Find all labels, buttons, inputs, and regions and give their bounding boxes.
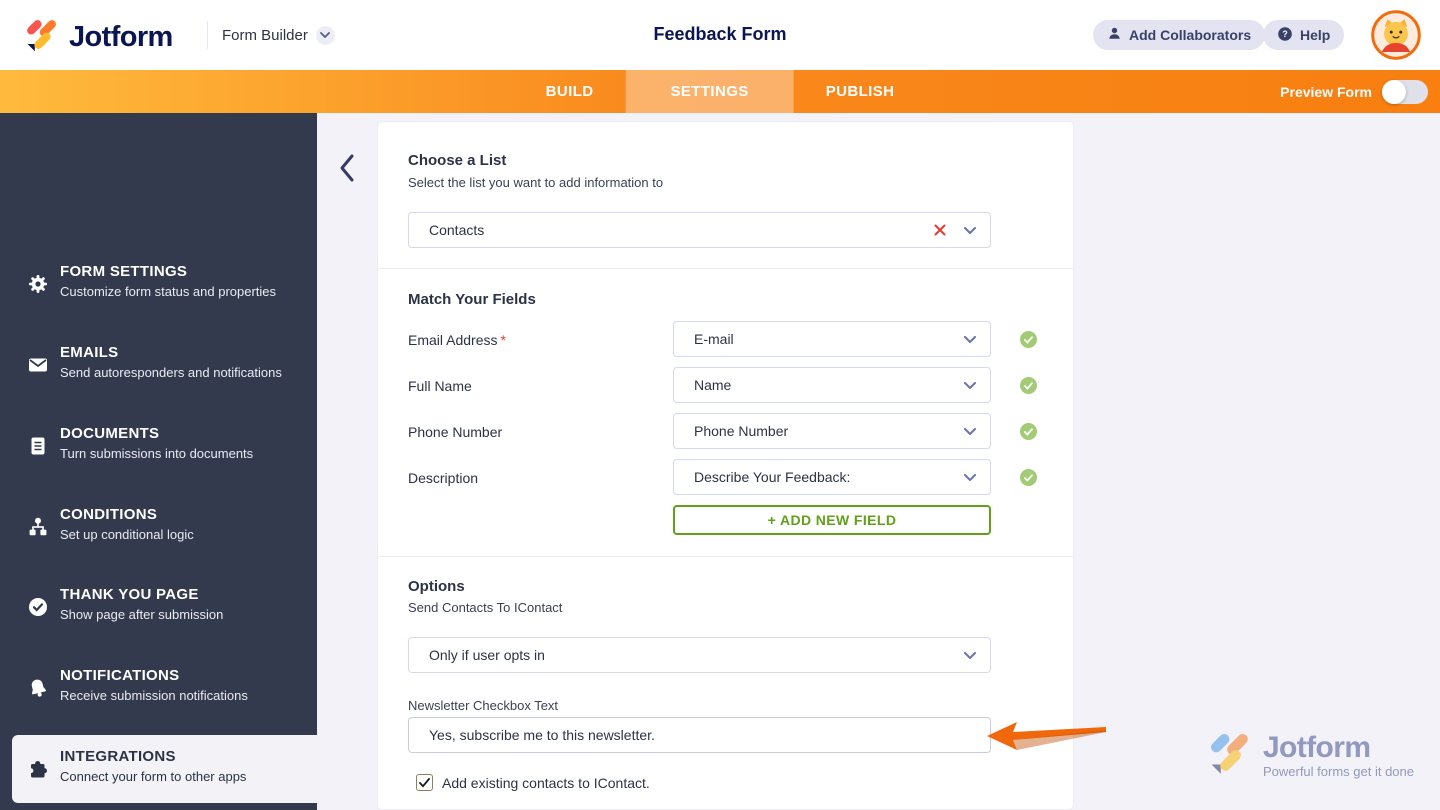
- checkbox-checked-icon[interactable]: [416, 774, 433, 791]
- match-fields-title: Match Your Fields: [408, 291, 536, 308]
- sidebar-item-subtitle: Connect your form to other apps: [60, 769, 247, 784]
- clear-selection-icon[interactable]: [934, 223, 948, 237]
- sidebar-item-title: EMAILS: [60, 344, 119, 361]
- field-label-description: Description: [408, 470, 479, 486]
- chevron-down-icon: [964, 221, 976, 239]
- jotform-watermark-icon: [1207, 730, 1253, 781]
- add-collaborators-button[interactable]: Add Collaborators: [1093, 20, 1266, 50]
- match-select-full-name[interactable]: Name: [673, 367, 991, 403]
- sidebar-item-title: FORM SETTINGS: [60, 263, 188, 280]
- tab-build[interactable]: BUILD: [514, 70, 626, 113]
- match-select-description[interactable]: Describe Your Feedback:: [673, 459, 991, 495]
- sidebar-item-subtitle: Customize form status and properties: [60, 284, 277, 299]
- bell-icon: [28, 678, 48, 698]
- person-icon: [1107, 26, 1122, 44]
- help-icon: ?: [1277, 26, 1293, 45]
- list-select-value: Contacts: [429, 222, 485, 238]
- match-select-phone[interactable]: Phone Number: [673, 413, 991, 449]
- sidebar-item-subtitle: Set up conditional logic: [60, 527, 194, 542]
- newsletter-text-input[interactable]: [408, 717, 991, 753]
- chevron-down-icon: [964, 376, 976, 394]
- sidebar-item-subtitle: Turn submissions into documents: [60, 446, 254, 461]
- builder-tabs: BUILD SETTINGS PUBLISH: [514, 70, 927, 113]
- field-label-phone: Phone Number: [408, 424, 503, 440]
- send-contacts-select[interactable]: Only if user opts in: [408, 637, 991, 673]
- section-divider: [378, 268, 1075, 269]
- add-new-field-button[interactable]: + ADD NEW FIELD: [673, 505, 991, 535]
- chevron-down-icon: [964, 422, 976, 440]
- sidebar-item-thank-you-page[interactable]: THANK YOU PAGE Show page after submission: [0, 573, 317, 641]
- gear-icon: [28, 274, 48, 294]
- field-label-email: Email Address *: [408, 332, 506, 348]
- sidebar-item-title: CONDITIONS: [60, 506, 158, 523]
- sidebar-item-subtitle: Show page after submission: [60, 607, 224, 622]
- jotform-watermark: Jotform Powerful forms get it done: [1207, 730, 1414, 781]
- add-existing-contacts-checkbox-row[interactable]: Add existing contacts to IContact.: [416, 774, 650, 791]
- newsletter-checkbox-text-label: Newsletter Checkbox Text: [408, 698, 559, 713]
- sidebar-item-notifications[interactable]: NOTIFICATIONS Receive submission notifica…: [0, 654, 317, 722]
- match-success-icon: [1020, 331, 1037, 348]
- svg-text:?: ?: [1282, 29, 1287, 39]
- user-avatar[interactable]: [1371, 10, 1421, 60]
- sidebar-item-subtitle: Send autoresponders and notifications: [60, 365, 282, 380]
- sidebar-item-conditions[interactable]: CONDITIONS Set up conditional logic: [0, 493, 317, 561]
- help-label: Help: [1300, 27, 1331, 43]
- builder-navbar: BUILD SETTINGS PUBLISH Preview Form: [0, 70, 1440, 113]
- match-select-email[interactable]: E-mail: [673, 321, 991, 357]
- sidebar-item-title: THANK YOU PAGE: [60, 586, 199, 603]
- settings-sidebar: FORM SETTINGS Customize form status and p…: [0, 113, 317, 810]
- annotation-arrow-icon: [984, 718, 1108, 757]
- preview-form-label: Preview Form: [1280, 83, 1372, 100]
- send-contacts-label: Send Contacts To IContact: [408, 600, 563, 615]
- add-collaborators-label: Add Collaborators: [1129, 27, 1252, 43]
- section-divider: [378, 556, 1075, 557]
- list-select[interactable]: Contacts: [408, 212, 991, 248]
- sidebar-item-title: DOCUMENTS: [60, 425, 160, 442]
- field-label-full-name: Full Name: [408, 378, 472, 394]
- watermark-brand: Jotform: [1262, 730, 1371, 764]
- document-icon: [28, 436, 48, 456]
- check-circle-icon: [28, 597, 48, 617]
- required-asterisk: *: [500, 332, 506, 348]
- chevron-down-icon: [964, 646, 976, 664]
- sidebar-item-integrations[interactable]: INTEGRATIONS Connect your form to other a…: [12, 735, 317, 803]
- sidebar-item-documents[interactable]: DOCUMENTS Turn submissions into documents: [0, 412, 317, 480]
- chevron-down-icon: [964, 468, 976, 486]
- back-chevron-button[interactable]: [338, 152, 366, 186]
- tab-publish[interactable]: PUBLISH: [794, 70, 927, 113]
- toggle-knob: [1382, 79, 1406, 104]
- checkbox-label: Add existing contacts to IContact.: [442, 774, 650, 791]
- puzzle-icon: [28, 759, 48, 779]
- help-button[interactable]: ? Help: [1263, 20, 1345, 50]
- sidebar-item-title: INTEGRATIONS: [60, 748, 176, 765]
- preview-form-toggle[interactable]: [1382, 79, 1428, 104]
- choose-list-subtitle: Select the list you want to add informat…: [408, 175, 664, 190]
- sidebar-item-form-settings[interactable]: FORM SETTINGS Customize form status and p…: [0, 250, 317, 318]
- sidebar-item-title: NOTIFICATIONS: [60, 667, 180, 684]
- chevron-down-icon: [964, 330, 976, 348]
- options-title: Options: [408, 578, 465, 595]
- match-success-icon: [1020, 469, 1037, 486]
- integration-settings-panel: Choose a List Select the list you want t…: [377, 121, 1075, 810]
- envelope-icon: [28, 355, 48, 375]
- watermark-tagline: Powerful forms get it done: [1262, 763, 1414, 779]
- choose-list-title: Choose a List: [408, 152, 507, 169]
- sidebar-item-subtitle: Receive submission notifications: [60, 688, 248, 703]
- conditions-icon: [28, 517, 48, 537]
- tab-settings[interactable]: SETTINGS: [625, 70, 794, 113]
- match-success-icon: [1020, 377, 1037, 394]
- match-success-icon: [1020, 423, 1037, 440]
- app-header: Jotform Form Builder Feedback Form Add C…: [0, 0, 1440, 70]
- sidebar-item-emails[interactable]: EMAILS Send autoresponders and notificati…: [0, 331, 317, 399]
